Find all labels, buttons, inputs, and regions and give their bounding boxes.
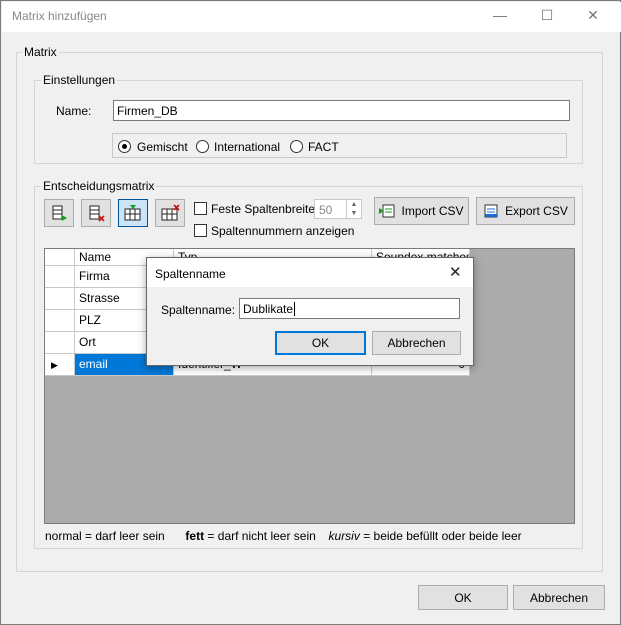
legend-kursiv-desc: = beide befüllt oder beide leer [359,529,522,543]
radio-fact-label[interactable]: FACT [308,140,339,154]
add-row-icon [124,205,141,221]
radio-gemischt[interactable] [118,140,131,153]
radio-fact[interactable] [290,140,303,153]
column-name-value: Dublikate [243,302,294,316]
import-csv-label: Import CSV [401,204,464,218]
maximize-button[interactable]: ☐ [537,5,557,25]
row-header[interactable] [45,288,75,310]
settings-legend: Einstellungen [41,73,118,87]
grid-corner [45,249,75,266]
legend-fett: fett [185,529,205,543]
minimize-button[interactable]: — [490,5,510,25]
cancel-button[interactable]: Abbrechen [513,585,605,610]
radio-international[interactable] [196,140,209,153]
dialog-field-label: Spaltenname: [161,303,236,317]
add-column-button[interactable] [44,199,74,227]
dialog-close-icon[interactable]: ✕ [449,263,462,281]
delete-column-icon [89,205,105,222]
spin-down-icon[interactable]: ▼ [346,209,361,219]
delete-column-button[interactable] [81,199,111,227]
fixed-width-label[interactable]: Feste Spaltenbreite [211,202,315,216]
fixed-width-spinner[interactable]: 50 ▲ ▼ [314,199,362,219]
ok-button[interactable]: OK [418,585,508,610]
show-numbers-checkbox[interactable] [194,224,207,237]
export-csv-label: Export CSV [505,204,568,218]
import-csv-button[interactable]: Import CSV [374,197,469,225]
column-name-input[interactable]: Dublikate [239,298,460,319]
legend-fett-desc: = darf nicht leer sein [204,529,316,543]
export-csv-button[interactable]: Export CSV [476,197,575,225]
matrix-group-legend: Matrix [22,45,59,59]
delete-row-button[interactable] [155,199,185,227]
fixed-width-checkbox[interactable] [194,202,207,215]
import-csv-icon [379,204,395,218]
formatting-legend: normal = darf leer sein fett = darf nich… [45,529,522,543]
row-header[interactable] [45,332,75,354]
close-button[interactable]: ✕ [583,5,603,25]
decision-matrix-legend: Entscheidungsmatrix [41,179,157,193]
radio-gemischt-label[interactable]: Gemischt [137,140,188,154]
dialog-title: Spaltenname [155,267,226,281]
show-numbers-label[interactable]: Spaltennummern anzeigen [211,224,354,238]
export-csv-icon [484,204,498,218]
radio-international-label[interactable]: International [214,140,280,154]
fixed-width-value: 50 [319,203,333,217]
dialog-cancel-button[interactable]: Abbrechen [372,331,461,355]
row-header[interactable] [45,266,75,288]
window-title: Matrix hinzufügen [12,9,107,23]
dialog-ok-button[interactable]: OK [275,331,366,355]
legend-kursiv: kursiv [328,529,360,543]
add-column-icon [52,205,67,221]
current-row-marker-icon[interactable]: ▶ [45,354,75,376]
delete-row-icon [161,204,180,221]
name-label: Name: [56,104,92,118]
name-input[interactable]: Firmen_DB [113,100,570,121]
column-name-dialog: Spaltenname ✕ Spaltenname: Dublikate OK … [146,257,474,366]
row-header[interactable] [45,310,75,332]
legend-normal: normal = darf leer sein [45,529,165,543]
add-row-button[interactable] [118,199,148,227]
